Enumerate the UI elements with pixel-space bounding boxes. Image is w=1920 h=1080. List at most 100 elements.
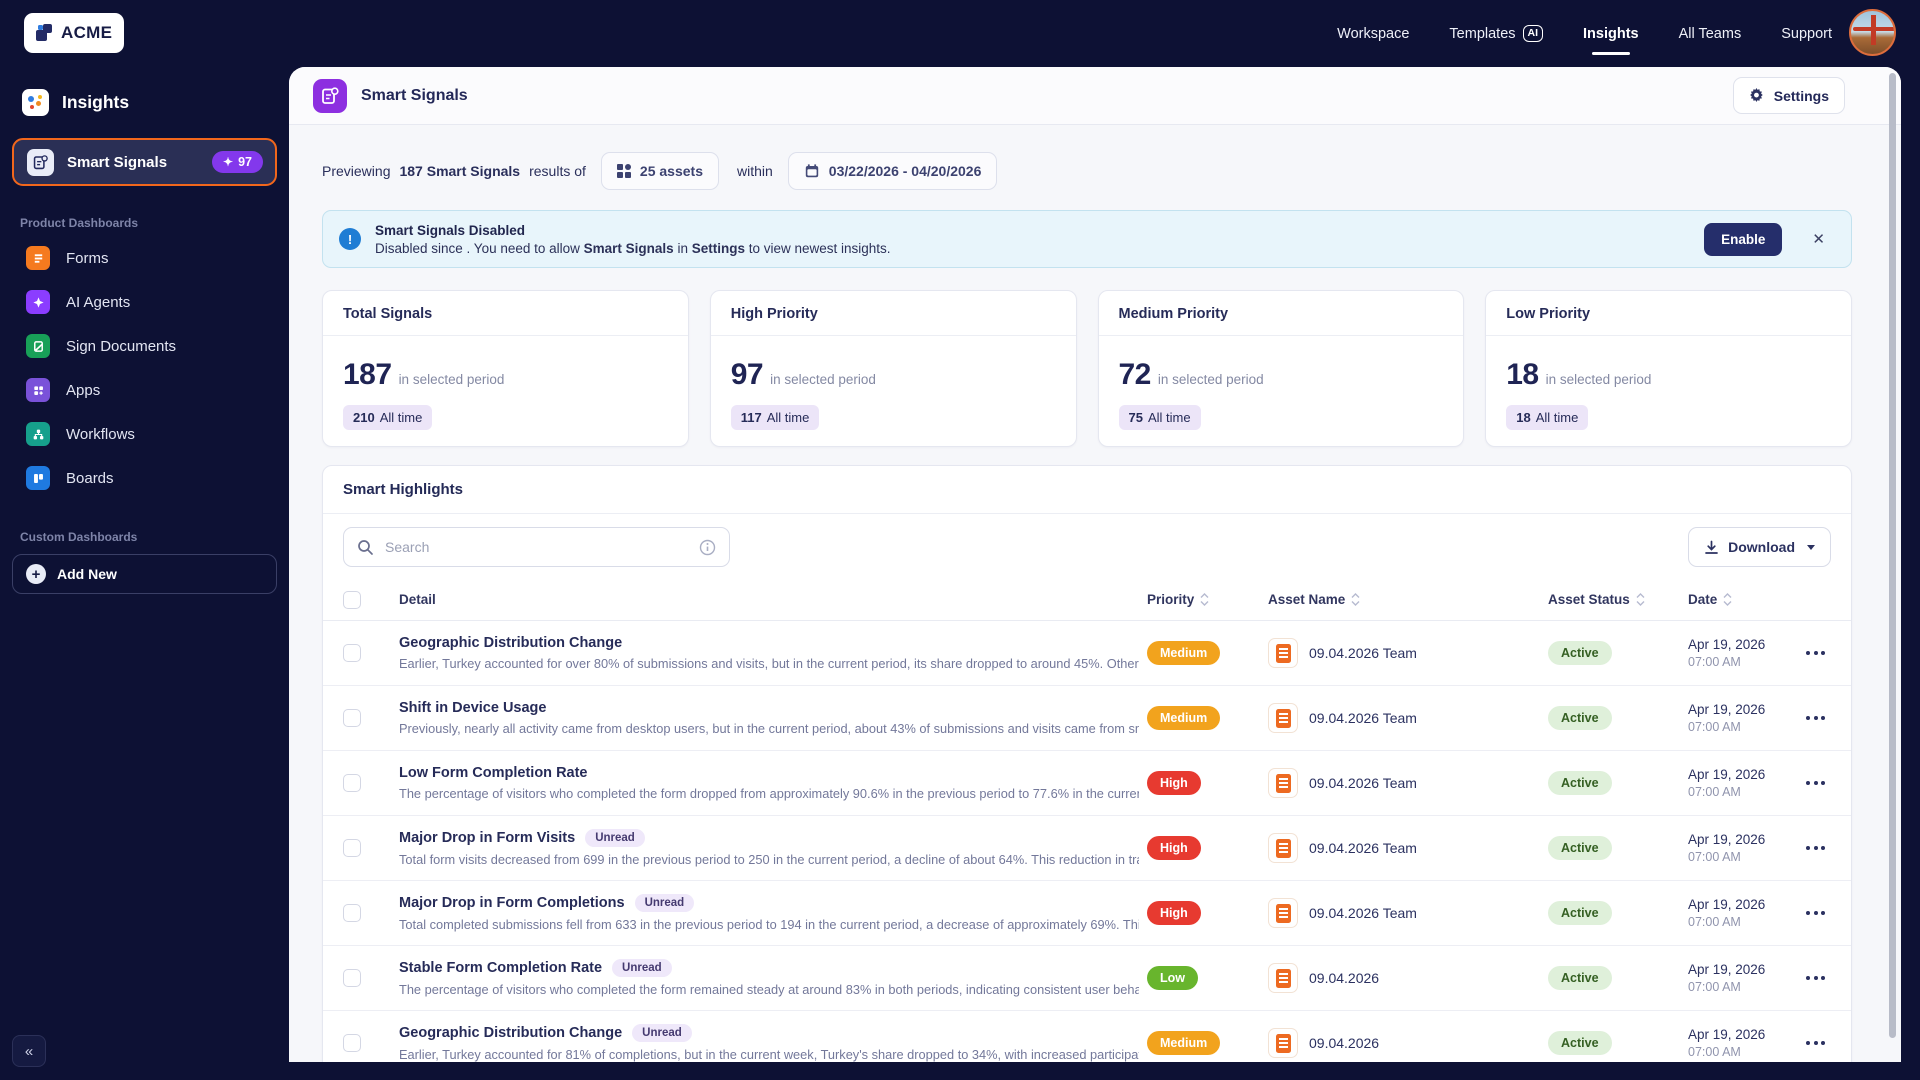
date-cell: Apr 19, 2026 07:00 AM (1688, 832, 1798, 864)
preview-count: 187 Smart Signals (399, 163, 521, 179)
sidebar-item-workflows[interactable]: Workflows (0, 412, 289, 456)
settings-button[interactable]: Settings (1732, 77, 1845, 114)
chevron-down-icon (1807, 544, 1815, 550)
sidebar-item-apps[interactable]: Apps (0, 368, 289, 412)
column-asset-status[interactable]: Asset Status (1548, 592, 1688, 607)
smart-highlights-title: Smart Highlights (323, 466, 1851, 514)
asset-form-icon (1268, 898, 1298, 928)
date-cell: Apr 19, 2026 07:00 AM (1688, 1027, 1798, 1059)
time-value: 07:00 AM (1688, 655, 1741, 669)
status-badge: Active (1548, 966, 1612, 990)
highlights-toolbar: Download (323, 514, 1851, 579)
date-value: Apr 19, 2026 (1688, 832, 1766, 847)
nav-item-support[interactable]: Support (1781, 26, 1832, 42)
signal-description: Earlier, Turkey accounted for over 80% o… (399, 656, 1139, 671)
calendar-icon (805, 164, 818, 178)
signal-description: Total form visits decreased from 699 in … (399, 852, 1139, 867)
sidebar-item-boards[interactable]: Boards (0, 456, 289, 500)
asset-cell: 09.04.2026 (1268, 1028, 1548, 1058)
asset-cell: 09.04.2026 (1268, 963, 1548, 993)
topbar: ACME Workspace Templates AI Insights All… (0, 0, 1920, 67)
row-checkbox[interactable] (343, 839, 361, 857)
row-menu-button[interactable] (1806, 781, 1825, 785)
row-checkbox[interactable] (343, 774, 361, 792)
table-row: Shift in Device Usage Previously, nearly… (323, 686, 1851, 751)
sidebar-item-sign-documents[interactable]: Sign Documents (0, 324, 289, 368)
sidebar: Insights Smart Signals ✦ 97 Product Dash… (0, 67, 289, 1080)
time-value: 07:00 AM (1688, 1045, 1741, 1059)
signal-title[interactable]: Geographic Distribution Change (399, 635, 622, 651)
search-input[interactable] (385, 539, 688, 555)
signal-title[interactable]: Geographic Distribution Change (399, 1025, 622, 1041)
nav-item-all-teams[interactable]: All Teams (1679, 26, 1742, 42)
row-menu-button[interactable] (1806, 651, 1825, 655)
main-panel: Smart Signals Settings Previewing 187 Sm… (289, 67, 1901, 1062)
signal-title[interactable]: Shift in Device Usage (399, 700, 546, 716)
ai-agents-icon (26, 290, 50, 314)
nav-item-workspace[interactable]: Workspace (1337, 26, 1409, 42)
signal-title[interactable]: Major Drop in Form Completions (399, 895, 625, 911)
signal-description: Earlier, Turkey accounted for 81% of com… (399, 1047, 1139, 1062)
preview-within: within (736, 163, 773, 179)
time-value: 07:00 AM (1688, 850, 1741, 864)
unread-badge: Unread (634, 894, 695, 912)
smart-signals-count-badge: ✦ 97 (212, 151, 263, 173)
row-menu-button[interactable] (1806, 976, 1825, 980)
row-checkbox[interactable] (343, 644, 361, 662)
date-range-button[interactable]: 03/22/2026 - 04/20/2026 (787, 152, 998, 190)
page-title: Smart Signals (361, 86, 468, 104)
status-badge: Active (1548, 706, 1612, 730)
sparkle-icon: ✦ (223, 155, 234, 169)
row-menu-button[interactable] (1806, 911, 1825, 915)
row-checkbox[interactable] (343, 709, 361, 727)
detail-cell: Geographic Distribution Change Earlier, … (399, 635, 1147, 671)
nav-item-insights[interactable]: Insights (1583, 26, 1639, 55)
column-priority[interactable]: Priority (1147, 592, 1268, 607)
sidebar-item-forms[interactable]: Forms (0, 236, 289, 280)
search-box[interactable] (343, 527, 730, 567)
sidebar-item-smart-signals[interactable]: Smart Signals ✦ 97 (12, 138, 277, 186)
row-menu-button[interactable] (1806, 716, 1825, 720)
vertical-scrollbar[interactable] (1889, 73, 1896, 1038)
column-detail[interactable]: Detail (399, 592, 1147, 607)
row-checkbox[interactable] (343, 904, 361, 922)
row-checkbox[interactable] (343, 969, 361, 987)
close-icon[interactable]: ✕ (1812, 230, 1825, 248)
time-value: 07:00 AM (1688, 980, 1741, 994)
alltime-badge: 210 All time (343, 405, 433, 430)
asset-form-icon (1268, 963, 1298, 993)
nav-item-templates[interactable]: Templates AI (1449, 25, 1544, 42)
acme-logo-text: ACME (61, 23, 113, 42)
info-circle-icon (699, 539, 716, 555)
priority-badge: Medium (1147, 641, 1221, 665)
insights-label: Insights (62, 92, 130, 112)
select-all-checkbox[interactable] (343, 590, 361, 609)
row-checkbox[interactable] (343, 1034, 361, 1052)
unread-badge: Unread (585, 829, 645, 847)
user-avatar[interactable] (1849, 9, 1896, 56)
sort-icon (1200, 593, 1209, 606)
row-menu-button[interactable] (1806, 1041, 1825, 1045)
signal-title[interactable]: Major Drop in Form Visits (399, 830, 575, 846)
preview-bar: Previewing 187 Smart Signals results of … (322, 152, 1901, 190)
sort-icon (1351, 593, 1360, 606)
date-cell: Apr 19, 2026 07:00 AM (1688, 637, 1798, 669)
row-menu-button[interactable] (1806, 846, 1825, 850)
signal-title[interactable]: Stable Form Completion Rate (399, 960, 602, 976)
signal-title[interactable]: Low Form Completion Rate (399, 765, 588, 781)
sidebar-item-ai-agents[interactable]: AI Agents (0, 280, 289, 324)
enable-button[interactable]: Enable (1704, 222, 1783, 256)
time-value: 07:00 AM (1688, 915, 1741, 929)
priority-badge: High (1147, 771, 1201, 795)
add-new-button[interactable]: + Add New (12, 554, 277, 594)
forms-icon (26, 246, 50, 270)
time-value: 07:00 AM (1688, 720, 1741, 734)
stat-card-total-signals: Total Signals 187 in selected period 210 A… (322, 290, 689, 447)
column-date[interactable]: Date (1688, 592, 1798, 607)
column-asset-name[interactable]: Asset Name (1268, 592, 1548, 607)
acme-logo[interactable]: ACME (24, 13, 125, 53)
download-button[interactable]: Download (1688, 527, 1831, 567)
table-row: Low Form Completion Rate The percentage … (323, 751, 1851, 816)
sidebar-collapse-button[interactable]: « (12, 1035, 46, 1067)
assets-filter-button[interactable]: 25 assets (600, 152, 719, 190)
